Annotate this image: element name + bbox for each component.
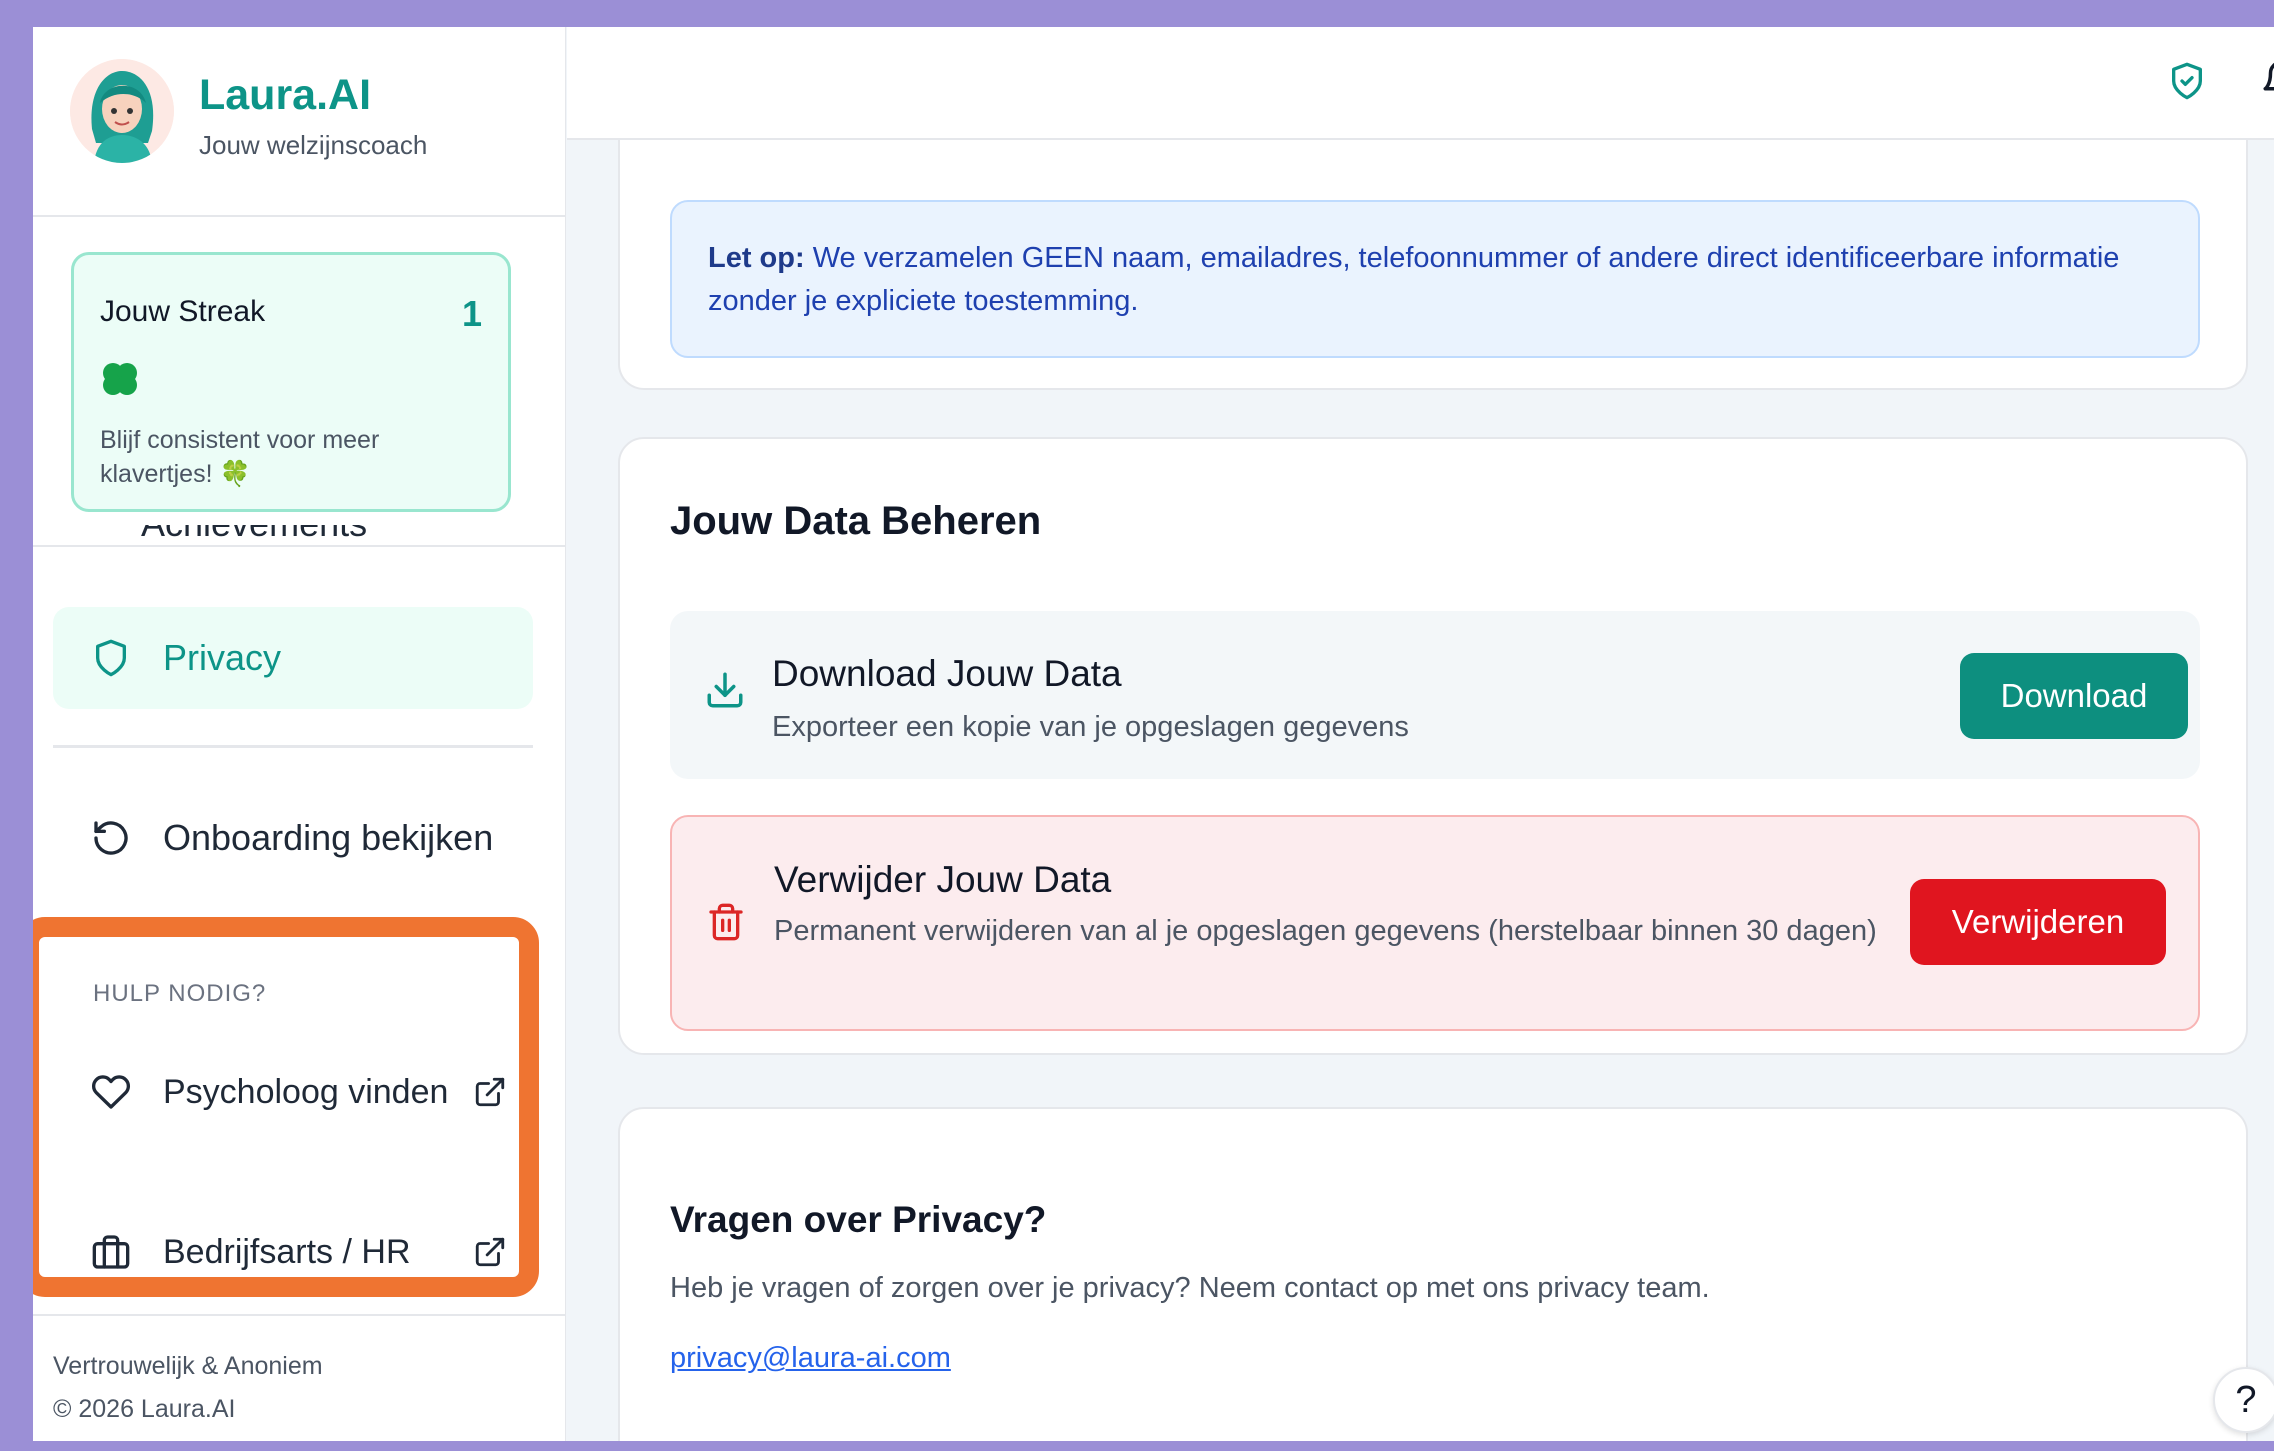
streak-card: Jouw Streak 1 Blijf consistent voor meer…	[71, 252, 511, 512]
help-link-label: Bedrijfsarts / HR	[163, 1233, 411, 1271]
help-section-title: HULP NODIG?	[93, 980, 267, 1007]
bell-icon[interactable]	[2260, 57, 2274, 108]
streak-message: Blijf consistent voor meer klavertjes! 🍀	[100, 426, 380, 488]
manage-data-card: Jouw Data Beheren Download Jouw Data Exp…	[618, 437, 2248, 1055]
questions-title: Vragen over Privacy?	[670, 1199, 1047, 1240]
trash-icon	[706, 901, 746, 948]
delete-data-row: Verwijder Jouw Data Permanent verwijdere…	[670, 815, 2200, 1031]
privacy-email-link[interactable]: privacy@laura-ai.com	[670, 1342, 951, 1375]
brand-subtitle: Jouw welzijnscoach	[199, 130, 428, 160]
help-link-psychologist[interactable]: Psycholoog vinden	[59, 1067, 519, 1117]
avatar	[70, 59, 174, 163]
brand-header: Laura.AI Jouw welzijnscoach	[33, 27, 566, 217]
app-frame: Laura.AI Jouw welzijnscoach Jouw Streak …	[33, 27, 2274, 1441]
sidebar-item-label: Onboarding bekijken	[163, 817, 494, 858]
download-data-row: Download Jouw Data Exporteer een kopie v…	[670, 611, 2200, 779]
sidebar: Laura.AI Jouw welzijnscoach Jouw Streak …	[33, 27, 566, 1441]
download-title: Download Jouw Data	[772, 653, 1122, 694]
sidebar-item-label: Privacy	[163, 637, 282, 678]
shield-icon	[89, 636, 133, 680]
delete-description: Permanent verwijderen van al je opgeslag…	[774, 915, 1877, 947]
questions-text: Heb je vragen of zorgen over je privacy?…	[670, 1272, 1710, 1304]
help-section: HULP NODIG? Psycholoog vinden Bedrijfsar…	[33, 917, 539, 1297]
download-description: Exporteer een kopie van je opgeslagen ge…	[772, 711, 1409, 743]
help-button[interactable]: ?	[2213, 1367, 2274, 1433]
notice-label: Let op:	[708, 242, 805, 274]
external-link-icon	[473, 1235, 507, 1269]
divider	[33, 1314, 566, 1316]
delete-title: Verwijder Jouw Data	[774, 859, 1112, 900]
streak-title: Jouw Streak	[100, 295, 266, 328]
divider	[33, 545, 566, 547]
privacy-info-card: Let op: We verzamelen GEEN naam, emailad…	[618, 107, 2248, 390]
clover-icon	[100, 360, 140, 403]
top-header	[567, 27, 2274, 140]
divider	[53, 745, 533, 748]
download-icon	[704, 669, 746, 716]
sidebar-item-onboarding[interactable]: Onboarding bekijken	[53, 787, 533, 889]
external-link-icon	[473, 1075, 507, 1109]
shield-check-icon[interactable]	[2167, 59, 2207, 108]
brand-title: Laura.AI	[199, 71, 372, 119]
footer-confidential: Vertrouwelijk & Anoniem	[53, 1352, 323, 1380]
heart-icon	[89, 1070, 133, 1114]
footer-copyright: © 2026 Laura.AI	[53, 1395, 236, 1423]
delete-button[interactable]: Verwijderen	[1910, 879, 2166, 965]
streak-count: 1	[461, 293, 482, 334]
notice-text: Let op: We verzamelen GEEN naam, emailad…	[708, 237, 2178, 323]
help-link-hr[interactable]: Bedrijfsarts / HR	[59, 1227, 519, 1277]
notice-body: We verzamelen GEEN naam, emailadres, tel…	[708, 242, 2120, 317]
sidebar-item-privacy[interactable]: Privacy	[53, 607, 533, 709]
briefcase-icon	[89, 1230, 133, 1274]
sidebar-item-label: Achievements	[141, 525, 381, 545]
rotate-ccw-icon	[89, 816, 133, 860]
privacy-questions-card: Vragen over Privacy? Heb je vragen of zo…	[618, 1107, 2248, 1441]
section-title: Jouw Data Beheren	[670, 499, 1042, 543]
help-link-label: Psycholoog vinden	[163, 1073, 449, 1111]
download-button[interactable]: Download	[1960, 653, 2188, 739]
notice-box: Let op: We verzamelen GEEN naam, emailad…	[670, 200, 2200, 358]
